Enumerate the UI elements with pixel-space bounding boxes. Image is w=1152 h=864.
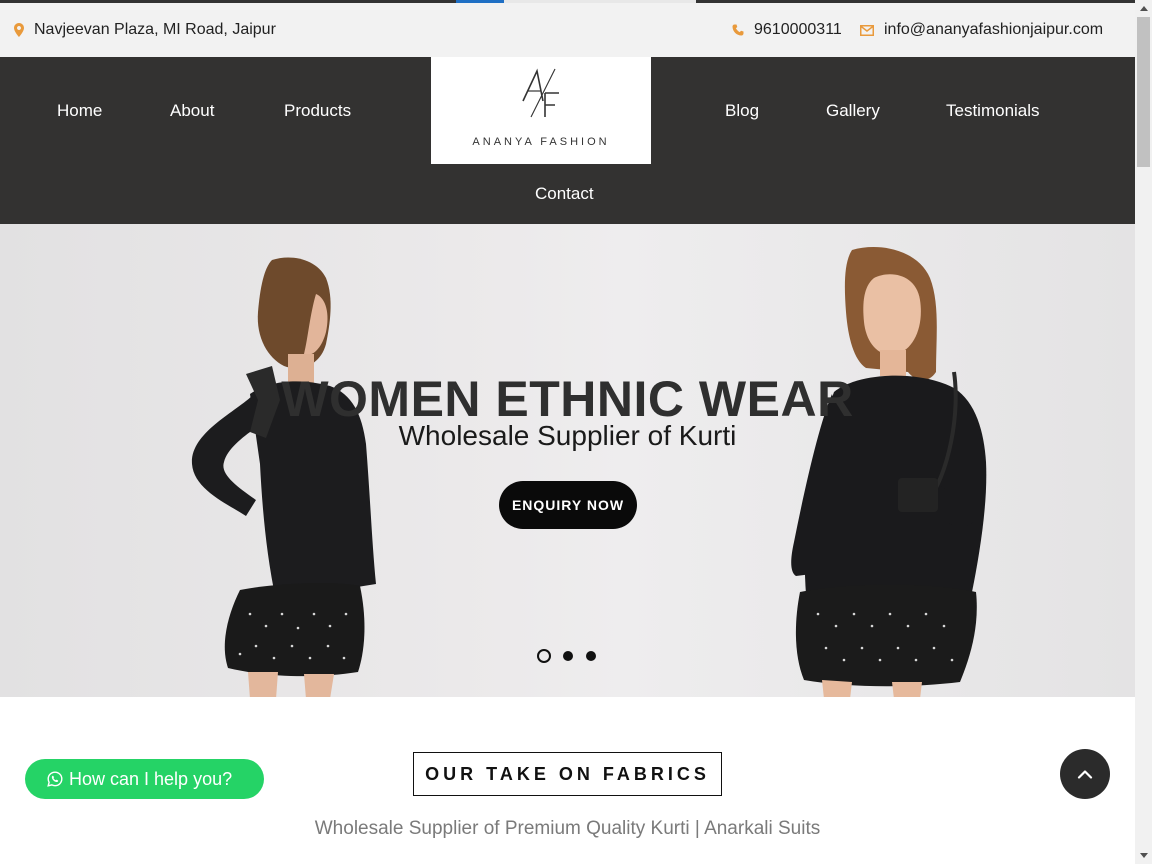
- phone-text[interactable]: 9610000311: [754, 21, 842, 39]
- top-info-bar: Navjeevan Plaza, MI Road, Jaipur 9610000…: [0, 3, 1135, 57]
- email-text[interactable]: info@ananyafashionjaipur.com: [884, 21, 1103, 39]
- back-to-top-button[interactable]: [1060, 749, 1110, 799]
- logo-text: ANANYA FASHION: [472, 136, 610, 148]
- nav-item-gallery[interactable]: Gallery: [826, 101, 880, 121]
- fabrics-subheading: Wholesale Supplier of Premium Quality Ku…: [314, 818, 821, 839]
- enquiry-now-button[interactable]: ENQUIRY NOW: [499, 481, 637, 529]
- map-marker-icon: [14, 23, 24, 37]
- envelope-icon: [860, 24, 874, 36]
- nav-item-testimonials[interactable]: Testimonials: [946, 101, 1040, 121]
- slider-dot-2[interactable]: [563, 651, 573, 661]
- site-logo[interactable]: ANANYA FASHION: [431, 57, 651, 164]
- page-scrollbar[interactable]: [1135, 0, 1152, 864]
- page: Navjeevan Plaza, MI Road, Jaipur 9610000…: [0, 0, 1135, 864]
- logo-monogram: [522, 68, 559, 118]
- hero-subtitle: Wholesale Supplier of Kurti: [398, 420, 737, 451]
- hero-model-right-image: [791, 247, 987, 697]
- address-text: Navjeevan Plaza, MI Road, Jaipur: [34, 21, 276, 38]
- hero-slider[interactable]: WOMEN ETHNIC WEAR Wholesale Supplier of …: [0, 224, 1135, 697]
- address-info: Navjeevan Plaza, MI Road, Jaipur: [14, 20, 276, 40]
- nav-item-blog[interactable]: Blog: [725, 101, 759, 121]
- hero-model-left-image: [191, 257, 376, 697]
- scroll-down-arrow-icon[interactable]: [1135, 847, 1152, 864]
- main-navigation: Home About Products ANANYA FASHION Blog …: [0, 57, 1135, 224]
- fabrics-heading: OUR TAKE ON FABRICS: [413, 752, 722, 796]
- slider-dot-3[interactable]: [586, 651, 596, 661]
- whatsapp-chat-button[interactable]: How can I help you?: [25, 759, 264, 799]
- phone-link[interactable]: 9610000311: [732, 20, 842, 40]
- chevron-up-icon: [1077, 770, 1093, 779]
- email-link[interactable]: info@ananyafashionjaipur.com: [860, 20, 1103, 40]
- slider-pagination: [537, 649, 607, 665]
- nav-item-home[interactable]: Home: [57, 101, 102, 121]
- whatsapp-chat-label: How can I help you?: [69, 768, 233, 789]
- phone-icon: [732, 24, 744, 36]
- scrollbar-thumb[interactable]: [1137, 17, 1150, 167]
- nav-item-about[interactable]: About: [170, 101, 214, 121]
- scroll-up-arrow-icon[interactable]: [1135, 0, 1152, 17]
- slider-dot-1[interactable]: [537, 649, 551, 663]
- whatsapp-icon: [47, 771, 63, 787]
- nav-item-contact[interactable]: Contact: [535, 184, 594, 204]
- nav-item-products[interactable]: Products: [284, 101, 351, 121]
